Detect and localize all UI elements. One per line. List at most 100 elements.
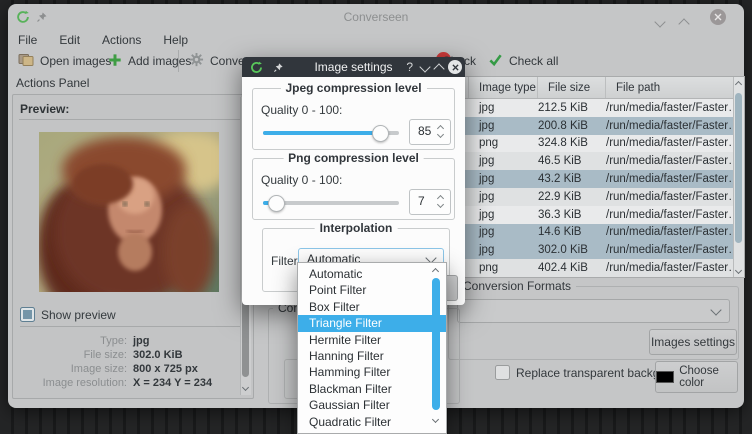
- filter-dropdown-list: Automatic Point Filter Box Filter Triang…: [298, 263, 446, 430]
- table-row[interactable]: ..png324.8 KiB/run/media/faster/Faster…: [456, 135, 744, 153]
- spin-down-icon[interactable]: [437, 201, 444, 208]
- minimize-button[interactable]: [656, 15, 664, 29]
- info-filesize-value: 302.0 KiB: [133, 349, 183, 361]
- interpolation-group-title: Interpolation: [315, 221, 398, 235]
- scroll-up-icon[interactable]: [735, 81, 742, 88]
- scroll-down-icon[interactable]: [432, 416, 439, 423]
- table-row[interactable]: ..png402.4 KiB/run/media/faster/Faster…: [456, 259, 744, 277]
- info-type-value: jpg: [133, 335, 150, 347]
- dropdown-item[interactable]: Quadratic Filter: [298, 414, 446, 430]
- main-window: Converseen File Edit Actions Help Open i…: [8, 4, 744, 408]
- scroll-down-icon[interactable]: [735, 267, 742, 274]
- png-quality-label: Quality 0 - 100:: [261, 173, 342, 187]
- table-scrollbar-thumb[interactable]: [735, 93, 742, 243]
- choose-color-label: Choose color: [679, 365, 737, 389]
- divider: [19, 119, 243, 120]
- png-spinbox-value[interactable]: 7: [418, 194, 425, 208]
- dropdown-scrollbar[interactable]: [431, 265, 441, 431]
- filter-dropdown: Automatic Point Filter Box Filter Triang…: [297, 262, 447, 434]
- add-images-label: Add images: [128, 54, 191, 68]
- menu-actions[interactable]: Actions: [96, 31, 147, 49]
- column-file-size[interactable]: File size: [538, 77, 606, 98]
- actions-panel-title: Actions Panel: [16, 76, 89, 90]
- format-combobox[interactable]: [457, 299, 730, 323]
- dropdown-item-selected[interactable]: Triangle Filter: [298, 315, 446, 331]
- png-spinbox[interactable]: 7: [409, 189, 451, 215]
- table-row[interactable]: ..jpg36.3 KiB/run/media/faster/Faster…: [456, 206, 744, 224]
- table-scrollbar[interactable]: [733, 77, 744, 277]
- replace-background-checkbox[interactable]: [495, 365, 510, 380]
- scroll-up-icon[interactable]: [432, 268, 439, 275]
- check-all-label: Check all: [509, 54, 558, 68]
- image-info: Type: jpg File size: 302.0 KiB Image size:…: [19, 334, 241, 390]
- table-row[interactable]: ..jpg302.0 KiB/run/media/faster/Faster…: [456, 241, 744, 259]
- preview-image: [39, 132, 219, 292]
- menu-edit[interactable]: Edit: [53, 31, 86, 49]
- open-images-icon: [18, 52, 34, 71]
- dropdown-item[interactable]: Blackman Filter: [298, 381, 446, 397]
- plus-icon: [108, 53, 122, 70]
- table-row[interactable]: ..jpg212.5 KiB/run/media/faster/Faster…: [456, 99, 744, 117]
- column-file-path[interactable]: File path: [606, 77, 744, 98]
- jpeg-group-title: Jpeg compression level: [280, 81, 426, 95]
- table-body: ..jpg212.5 KiB/run/media/faster/Faster… …: [456, 99, 744, 277]
- info-resolution-label: Image resolution:: [19, 377, 127, 389]
- dialog-close-button[interactable]: [448, 60, 462, 74]
- dropdown-item[interactable]: Gaussian Filter: [298, 397, 446, 413]
- jpeg-quality-label: Quality 0 - 100:: [261, 103, 342, 117]
- table-row[interactable]: ..jpg46.5 KiB/run/media/faster/Faster…: [456, 152, 744, 170]
- dropdown-item[interactable]: Hermite Filter: [298, 332, 446, 348]
- info-filesize-label: File size:: [19, 349, 127, 361]
- info-type-label: Type:: [19, 335, 127, 347]
- dropdown-item[interactable]: Hanning Filter: [298, 348, 446, 364]
- show-preview-checkbox[interactable]: [20, 307, 35, 322]
- jpeg-spinbox-value[interactable]: 85: [418, 124, 431, 138]
- gear-icon: [189, 52, 204, 70]
- window-title: Converseen: [8, 10, 744, 24]
- png-group: Png compression level Quality 0 - 100: 7: [252, 158, 455, 220]
- table-row[interactable]: ..jpg22.9 KiB/run/media/faster/Faster…: [456, 188, 744, 206]
- divider: [20, 326, 246, 327]
- toolbar-separator: [178, 50, 179, 72]
- images-settings-label: Images settings: [651, 335, 735, 349]
- jpeg-slider-fill: [263, 131, 380, 135]
- menu-file[interactable]: File: [12, 31, 43, 49]
- table-row[interactable]: ..jpg14.6 KiB/run/media/faster/Faster…: [456, 224, 744, 242]
- table-row[interactable]: ..jpg43.2 KiB/run/media/faster/Faster…: [456, 170, 744, 188]
- conversion-formats-title: Conversion Formats: [458, 279, 576, 293]
- dialog-help-button[interactable]: ?: [406, 60, 413, 74]
- dropdown-item[interactable]: Hamming Filter: [298, 364, 446, 380]
- show-preview-row: Show preview: [20, 307, 116, 322]
- png-group-title: Png compression level: [283, 151, 424, 165]
- jpeg-slider-handle[interactable]: [372, 125, 389, 142]
- close-button[interactable]: [710, 9, 726, 25]
- open-images-button[interactable]: Open images: [18, 51, 111, 71]
- maximize-button[interactable]: [680, 17, 688, 31]
- conversion-formats-group: Conversion Formats Images settings: [448, 286, 739, 360]
- chevron-down-icon: [710, 304, 721, 315]
- preview-label: Preview:: [20, 102, 69, 116]
- images-settings-button[interactable]: Images settings: [649, 329, 737, 355]
- spin-down-icon[interactable]: [437, 131, 444, 138]
- dropdown-item[interactable]: Box Filter: [298, 299, 446, 315]
- dropdown-scrollbar-thumb[interactable]: [432, 278, 440, 410]
- scroll-down-icon[interactable]: [242, 384, 249, 391]
- dropdown-item[interactable]: Automatic: [298, 266, 446, 282]
- check-all-icon: [488, 52, 503, 70]
- jpeg-spinbox[interactable]: 85: [409, 119, 451, 145]
- info-imagesize-label: Image size:: [19, 363, 127, 375]
- actions-panel: Preview:: [12, 94, 254, 399]
- dialog-titlebar: Image settings ?: [242, 57, 465, 77]
- table-row[interactable]: ..jpg200.8 KiB/run/media/faster/Faster…: [456, 117, 744, 135]
- png-slider-handle[interactable]: [268, 195, 285, 212]
- menu-help[interactable]: Help: [157, 31, 194, 49]
- column-image-type[interactable]: Image type: [469, 77, 538, 98]
- info-resolution-value: X = 234 Y = 234: [133, 377, 212, 389]
- choose-color-button[interactable]: Choose color: [655, 361, 738, 393]
- info-imagesize-value: 800 x 725 px: [133, 363, 198, 375]
- color-swatch: [656, 371, 674, 383]
- dialog-title: Image settings: [242, 60, 465, 74]
- menubar: File Edit Actions Help: [12, 31, 194, 49]
- dropdown-item[interactable]: Point Filter: [298, 282, 446, 298]
- check-all-button[interactable]: Check all: [488, 51, 558, 71]
